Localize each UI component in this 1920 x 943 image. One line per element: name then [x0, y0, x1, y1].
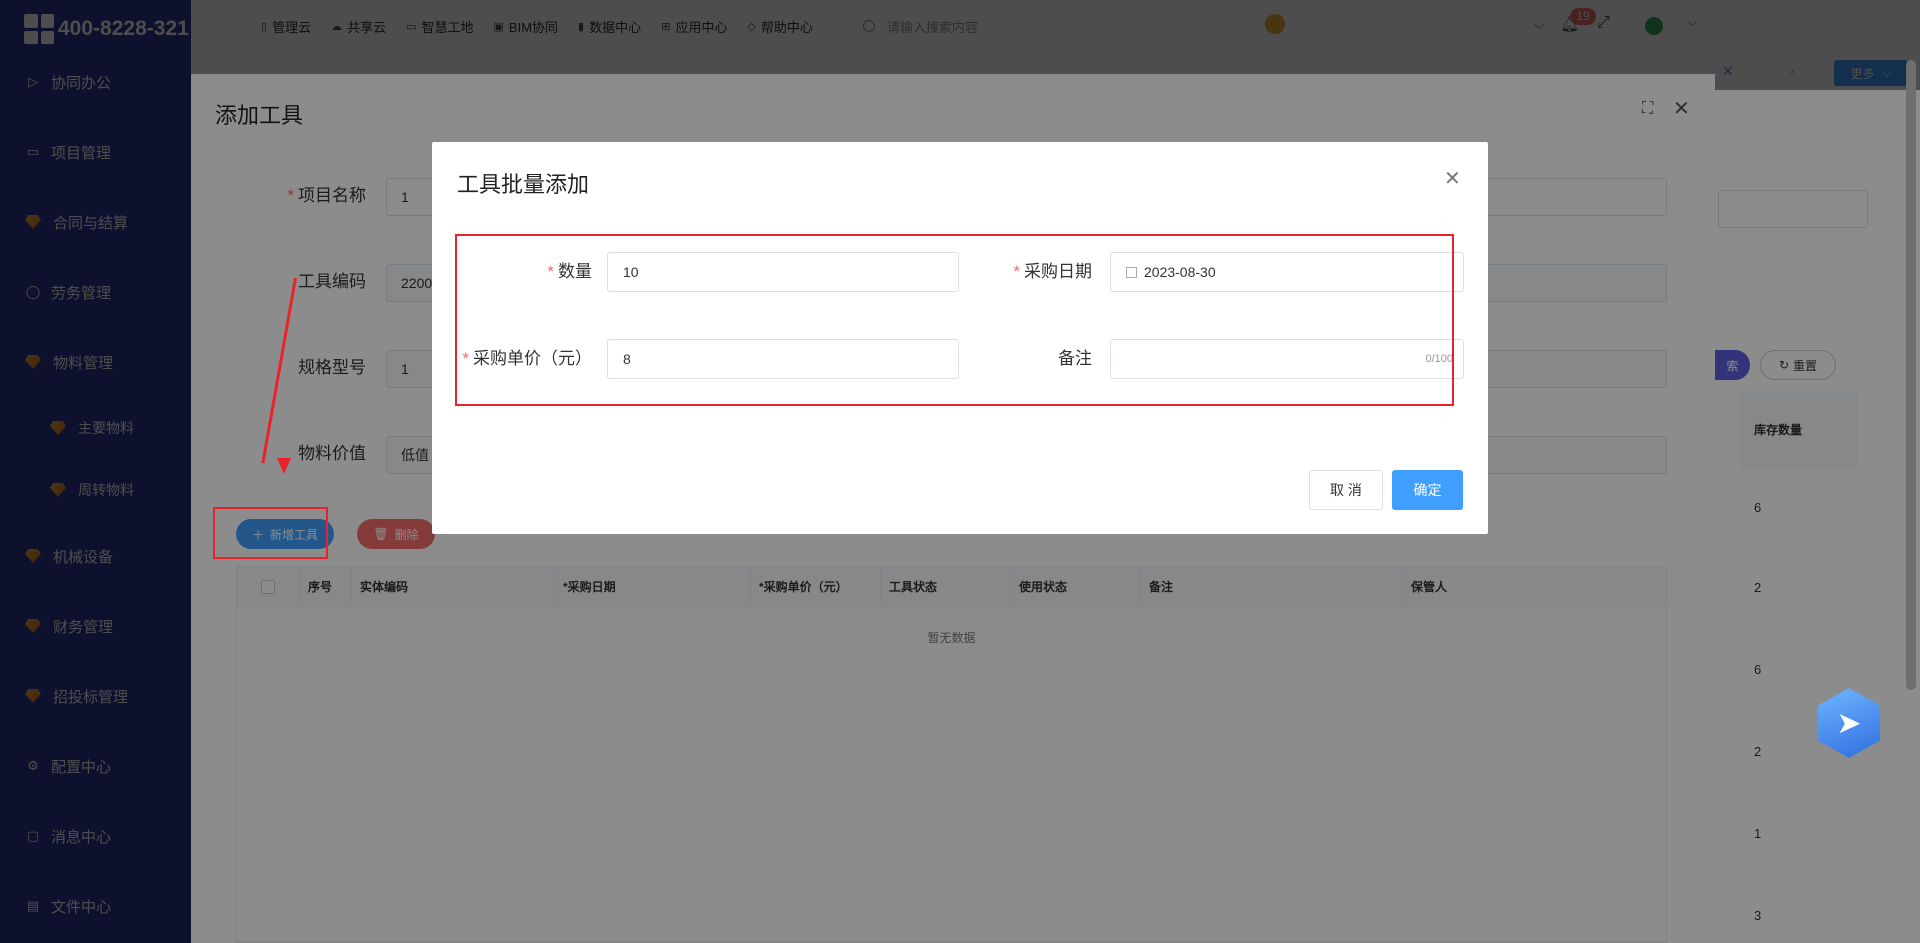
close-icon[interactable]: ✕	[1444, 166, 1461, 191]
dialog-title: 工具批量添加	[457, 172, 590, 197]
confirm-button[interactable]: 确定	[1392, 470, 1463, 510]
annotation-arrow-head	[277, 458, 291, 474]
cancel-button[interactable]: 取 消	[1309, 470, 1383, 510]
annotation-highlight-box	[455, 234, 1454, 406]
annotation-add-tool-box	[213, 507, 328, 559]
batch-add-dialog: 工具批量添加 ✕ * 数量 10 * 采购日期 2023-08-30 * 采购单价（元…	[432, 142, 1488, 534]
